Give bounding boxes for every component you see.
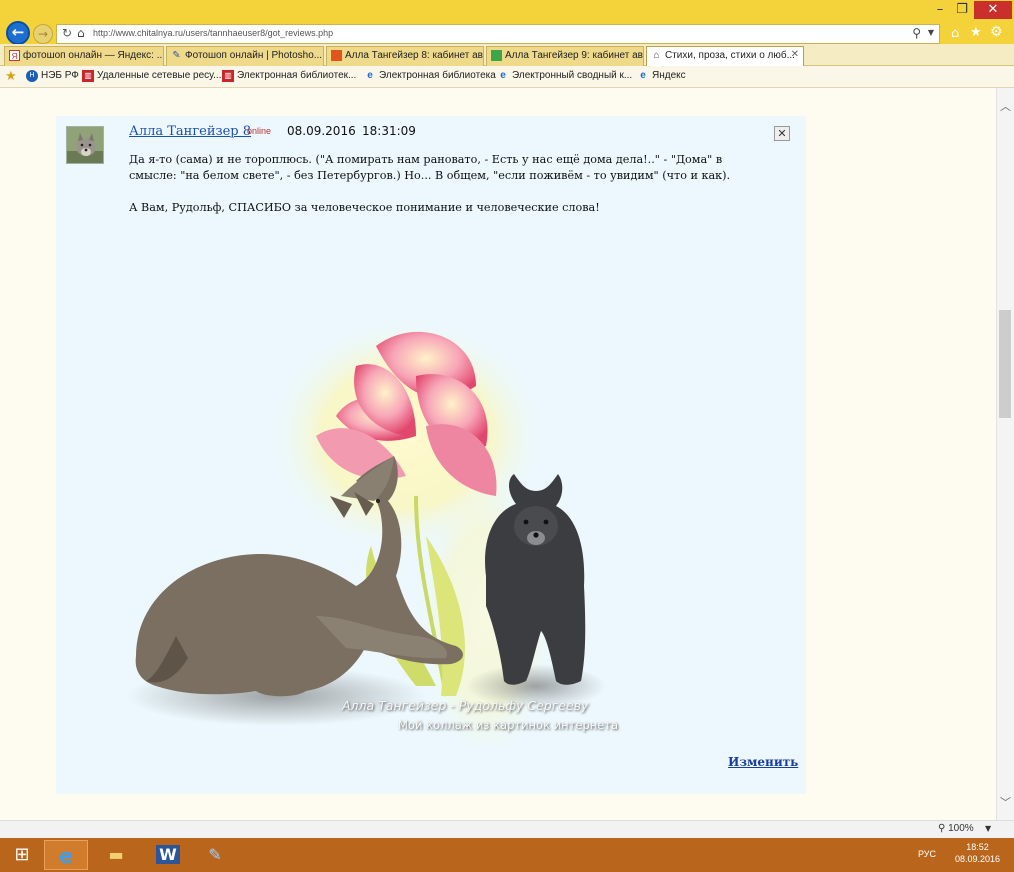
author-link[interactable]: Алла Тангейзер 8	[129, 124, 251, 139]
folder-icon: ▬	[108, 845, 124, 864]
clock[interactable]: 18:52 08.09.2016	[955, 841, 1000, 865]
taskbar: ⊞ e ▬ W ✎ РУС 18:52 08.09.2016	[0, 838, 1014, 872]
green-square-icon	[491, 50, 502, 61]
online-status-badge: online	[247, 126, 272, 136]
close-icon[interactable]: ✕	[791, 49, 799, 60]
chevron-up-icon[interactable]: ︿	[1000, 98, 1011, 114]
review-time: 18:31:09	[362, 124, 416, 138]
clock-time: 18:52	[966, 842, 989, 852]
ie-icon: e	[500, 70, 506, 81]
fav-elib-2[interactable]: e Электронная библиотека	[364, 70, 496, 81]
zoom-icon: ⚲	[938, 823, 946, 834]
orange-square-icon	[331, 50, 342, 61]
avatar-wolf-image	[67, 127, 103, 163]
address-url[interactable]: http://www.chitalnya.ru/users/tannhaeuse…	[93, 28, 333, 38]
tab-cabinet-9[interactable]: Алла Тангейзер 9: кабинет ав...	[486, 46, 644, 66]
zoom-value: 100%	[948, 823, 974, 834]
ie-icon: e	[640, 70, 646, 81]
avatar[interactable]	[66, 126, 104, 164]
scrollbar-thumb[interactable]	[999, 310, 1011, 418]
zoom-level[interactable]: ⚲ 100%	[938, 823, 974, 834]
feather-icon: ✎	[172, 50, 181, 61]
fav-label: НЭБ РФ	[41, 70, 79, 81]
language-indicator[interactable]: РУС	[918, 849, 936, 859]
page-viewport: Алла Тангейзер 8 online 08.09.2016 18:31…	[0, 88, 996, 820]
close-icon: ✕	[777, 127, 787, 140]
minimize-button[interactable]: –	[930, 1, 950, 19]
favorites-bar: Н НЭБ РФ ▥ Удаленные сетевые ресу... ▥ Э…	[0, 66, 1014, 88]
delete-review-button[interactable]: ✕	[774, 126, 790, 141]
fav-remote-resources[interactable]: ▥ Удаленные сетевые ресу...	[82, 70, 222, 82]
review-paragraph: Да я-то (сама) и не тороплюсь. ("А помир…	[129, 152, 731, 184]
edit-link[interactable]: Изменить	[728, 755, 798, 769]
yandex-icon: Я	[9, 50, 20, 61]
taskbar-word[interactable]: W	[146, 840, 190, 870]
favorites-star-icon[interactable]: ★	[970, 25, 982, 40]
ie-icon: e	[367, 70, 373, 81]
taskbar-explorer[interactable]: ▬	[94, 840, 138, 870]
maximize-button[interactable]: ❐	[952, 1, 972, 19]
refresh-icon[interactable]: ↻	[62, 26, 72, 40]
tab-photoshop-online[interactable]: ✎ Фотошоп онлайн | Photosho...	[166, 46, 324, 66]
review-line: смысле: "на белом свете", - без Петербур…	[129, 169, 731, 182]
browser-titlebar: – ❐ ✕ ← → ↻ ⌂ http://www.chitalnya.ru/us…	[0, 0, 1014, 45]
add-favorite-star-icon[interactable]: ★	[5, 69, 17, 84]
ie-icon: e	[59, 844, 73, 868]
start-button[interactable]: ⊞	[2, 840, 42, 870]
taskbar-ie[interactable]: e	[44, 840, 88, 870]
forward-button[interactable]: →	[33, 24, 53, 44]
tab-label: Стихи, проза, стихи о люб...	[665, 50, 795, 61]
fav-svodny-catalog[interactable]: e Электронный сводный к...	[497, 70, 632, 81]
chevron-down-icon[interactable]: ▼	[928, 28, 934, 37]
page-icon: ⌂	[653, 50, 660, 61]
taskbar-paint[interactable]: ✎	[193, 840, 237, 870]
review-date: 08.09.2016	[287, 124, 356, 138]
tab-label: Фотошоп онлайн | Photosho...	[185, 50, 323, 61]
clock-date: 08.09.2016	[955, 854, 1001, 864]
fav-label: Электронный сводный к...	[512, 70, 633, 81]
status-bar: ⚲ 100% ▼	[0, 820, 1014, 838]
tab-yandex-search[interactable]: Я фотошоп онлайн — Яндекс: ...	[4, 46, 164, 66]
search-icon[interactable]: ⚲	[912, 26, 921, 40]
close-button[interactable]: ✕	[974, 1, 1012, 19]
paint-icon: ✎	[208, 845, 222, 864]
tab-label: фотошоп онлайн — Яндекс: ...	[23, 50, 164, 61]
review-paragraph: А Вам, Рудольф, СПАСИБО за человеческое …	[129, 201, 600, 214]
tab-chitalnya[interactable]: ⌂ Стихи, проза, стихи о люб... ✕	[646, 46, 804, 67]
back-button[interactable]: ←	[6, 21, 30, 45]
tab-label: Алла Тангейзер 9: кабинет ав...	[505, 50, 644, 61]
gear-icon[interactable]: ⚙	[990, 24, 1003, 40]
review-card: Алла Тангейзер 8 online 08.09.2016 18:31…	[56, 116, 806, 794]
chevron-down-icon[interactable]: ▼	[985, 824, 991, 833]
collage-image	[126, 316, 606, 746]
fav-label: Яндекс	[652, 70, 686, 81]
collage-caption: Мой коллаж из картинок интернета	[398, 718, 619, 732]
fav-label: Электронная библиотек...	[237, 70, 357, 81]
address-bar[interactable]: ↻ ⌂ http://www.chitalnya.ru/users/tannha…	[56, 24, 940, 44]
fav-elib-1[interactable]: ▥ Электронная библиотек...	[222, 70, 357, 82]
library-icon: ▥	[222, 70, 234, 82]
windows-logo-icon: ⊞	[14, 844, 30, 865]
home-icon[interactable]: ⌂	[951, 26, 959, 41]
tab-label: Алла Тангейзер 8: кабинет ав...	[345, 50, 484, 61]
chevron-down-icon[interactable]: ﹀	[1000, 794, 1011, 810]
tab-cabinet-8[interactable]: Алла Тангейзер 8: кабинет ав...	[326, 46, 484, 66]
neb-icon: Н	[26, 70, 38, 82]
review-line: Да я-то (сама) и не тороплюсь. ("А помир…	[129, 153, 723, 166]
fav-neb[interactable]: Н НЭБ РФ	[26, 70, 79, 82]
tab-strip: Я фотошоп онлайн — Яндекс: ... ✎ Фотошоп…	[0, 44, 1014, 67]
fav-label: Электронная библиотека	[379, 70, 496, 81]
collage-signature: Алла Тангейзер - Рудольфу Сергееву	[342, 698, 589, 713]
vertical-scrollbar[interactable]: ︿ ﹀	[996, 88, 1014, 820]
library-icon: ▥	[82, 70, 94, 82]
review-text: Да я-то (сама) и не тороплюсь. ("А помир…	[129, 152, 731, 232]
word-icon: W	[156, 845, 180, 864]
page-icon: ⌂	[77, 26, 85, 40]
fav-label: Удаленные сетевые ресу...	[97, 70, 222, 81]
fav-yandex[interactable]: e Яндекс	[637, 70, 686, 81]
